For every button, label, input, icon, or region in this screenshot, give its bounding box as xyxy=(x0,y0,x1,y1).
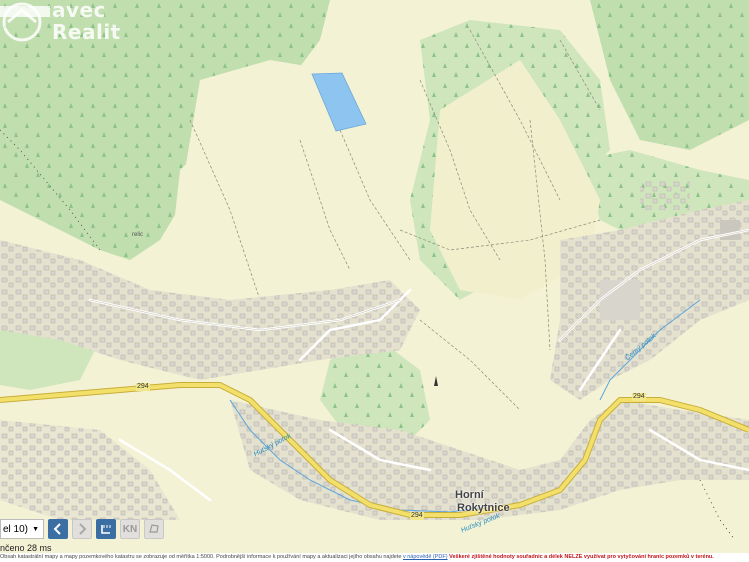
kn-layer-button[interactable]: KN xyxy=(120,519,140,539)
footer-warning-text: Veškeré zjištěné hodnoty souřadnic a dél… xyxy=(449,554,714,560)
zoom-level-value: el 10) xyxy=(3,523,29,535)
load-time-status: nčeno 28 ms xyxy=(0,543,52,553)
help-pdf-link[interactable]: v nápovědě (PDF) xyxy=(403,554,448,560)
forward-button[interactable] xyxy=(72,519,92,539)
map-footer: Obsah katastrální mapy a mapy pozemkovéh… xyxy=(0,553,749,562)
logo-mark-icon xyxy=(0,2,50,42)
minor-label-relic: relic xyxy=(132,232,144,238)
cadastral-map[interactable] xyxy=(0,0,749,562)
ruler-icon xyxy=(101,525,111,534)
chevron-right-icon xyxy=(79,523,87,535)
road-number-label: 294 xyxy=(136,383,150,391)
place-label-rokytnice: Rokytnice xyxy=(457,502,510,514)
chevron-down-icon: ▼ xyxy=(32,525,39,533)
shape-tool-button[interactable] xyxy=(144,519,164,539)
polygon-icon xyxy=(149,524,159,533)
road-number-label: 294 xyxy=(632,393,646,401)
realit-logo: avec Realit xyxy=(0,0,130,46)
measure-tool-button[interactable] xyxy=(96,519,116,539)
back-button[interactable] xyxy=(48,519,68,539)
place-label-horni: Horní xyxy=(455,489,484,501)
logo-text-line2: Realit xyxy=(52,20,121,44)
zoom-level-select[interactable]: el 10) ▼ xyxy=(0,519,44,539)
footer-info-text: Obsah katastrální mapy a mapy pozemkovéh… xyxy=(0,554,402,560)
chevron-left-icon xyxy=(53,523,61,535)
road-number-label: 294 xyxy=(410,512,424,520)
logo-text-line1: avec xyxy=(52,0,106,22)
map-toolbar: el 10) ▼ KN xyxy=(0,518,164,540)
